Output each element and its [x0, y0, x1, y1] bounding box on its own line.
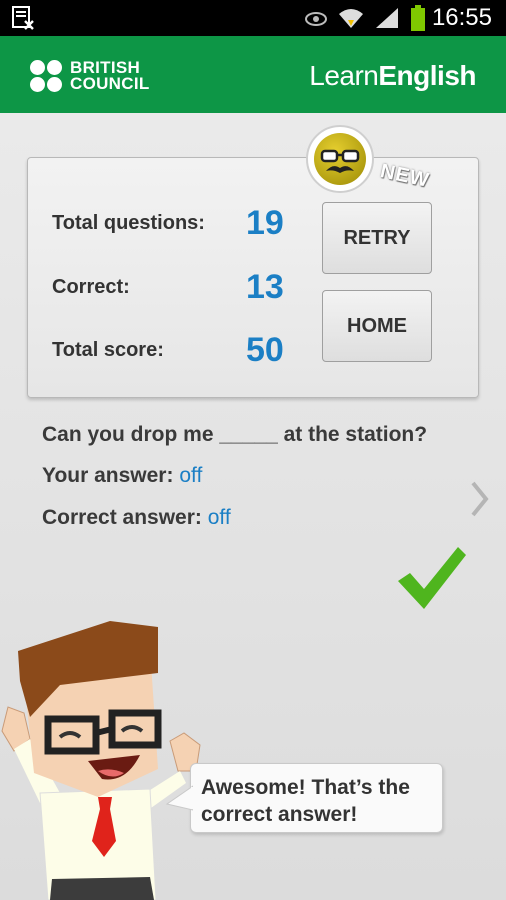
british-council-logo: BRITISH COUNCIL [30, 58, 150, 93]
feedback-message: Awesome! That’s the correct answer! [201, 776, 410, 826]
wifi-icon [339, 9, 363, 28]
status-icons [304, 4, 426, 32]
your-answer-value: off [179, 464, 203, 487]
checkmark-icon [398, 547, 466, 609]
stat-label: Total score: [52, 339, 164, 361]
british-council-wordmark: BRITISH COUNCIL [70, 58, 150, 93]
your-answer-row: Your answer: off [42, 464, 202, 488]
stat-value: 13 [246, 268, 284, 306]
correct-answer-label: Correct answer: [42, 506, 202, 529]
status-bar: 16:55 [0, 0, 506, 36]
chevron-right-icon[interactable] [468, 479, 492, 519]
results-screen: Total questions: 19 Correct: 13 Total sc… [0, 113, 506, 900]
notification-icon [12, 6, 34, 30]
speech-bubble: Awesome! That’s the correct answer! [165, 763, 443, 833]
battery-icon [411, 5, 425, 31]
speech-bubble-tail [165, 785, 193, 811]
retry-button[interactable]: RETRY [322, 202, 432, 274]
stat-label: Total questions: [52, 212, 205, 234]
british-council-dots-icon [30, 60, 62, 92]
eye-icon [305, 12, 327, 26]
correct-answer-row: Correct answer: off [42, 506, 231, 530]
learnenglish-logo: LearnEnglish [309, 60, 476, 91]
correct-answer-value: off [207, 506, 231, 529]
question-text: Can you drop me _____ at the station? [42, 423, 428, 446]
stat-total-questions: Total questions: 19 [52, 204, 312, 244]
signal-icon [376, 8, 398, 28]
stat-value: 19 [246, 204, 284, 242]
stat-total-score: Total score: 50 [52, 331, 312, 371]
mustache-glasses-icon [314, 133, 366, 185]
score-card: Total questions: 19 Correct: 13 Total sc… [27, 157, 479, 398]
home-button[interactable]: HOME [322, 290, 432, 362]
achievement-badge[interactable] [306, 125, 374, 193]
mascot-character [1, 621, 201, 900]
status-time: 16:55 [431, 4, 492, 31]
app-header: BRITISH COUNCIL LearnEnglish [0, 36, 506, 113]
stat-value: 50 [246, 331, 284, 369]
stat-correct: Correct: 13 [52, 268, 312, 308]
stat-label: Correct: [52, 276, 130, 298]
your-answer-label: Your answer: [42, 464, 174, 487]
